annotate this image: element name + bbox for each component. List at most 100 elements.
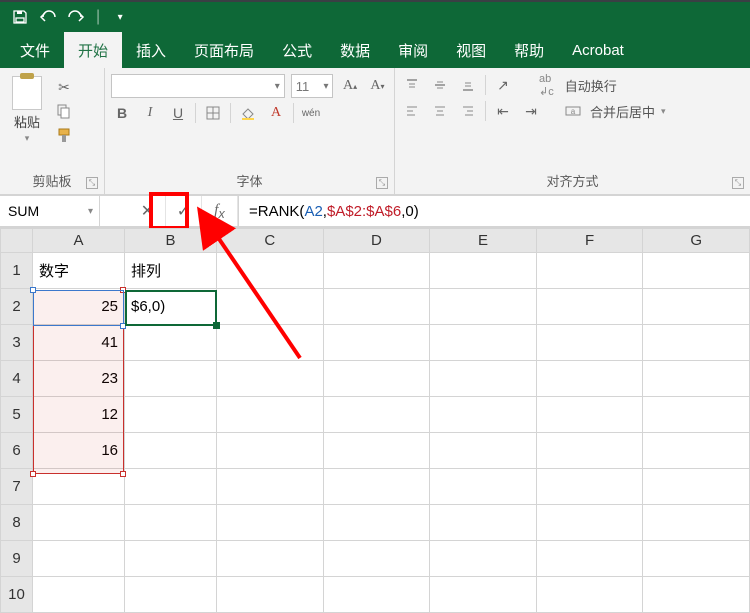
underline-button[interactable]: U [167,102,189,124]
align-left-icon[interactable] [401,100,423,122]
cell[interactable] [33,577,125,613]
cell[interactable] [217,361,324,397]
cell[interactable] [323,433,430,469]
cell[interactable] [643,253,750,289]
dialog-launcher-icon[interactable]: ⤡ [732,177,744,189]
copy-icon[interactable] [54,102,74,120]
cancel-button[interactable]: ✕ [130,196,166,226]
col-header-D[interactable]: D [323,229,430,253]
cell[interactable] [125,433,217,469]
row-header[interactable]: 3 [1,325,33,361]
cell[interactable] [217,253,324,289]
save-icon[interactable] [8,5,32,29]
align-right-icon[interactable] [457,100,479,122]
formula-input[interactable]: =RANK(A2,$A$2:$A$6,0) [239,196,750,226]
cell[interactable] [323,289,430,325]
cell[interactable] [430,361,537,397]
tab-help[interactable]: 帮助 [500,32,558,68]
merge-center-icon[interactable]: a [562,100,584,122]
phonetic-button[interactable]: wén [300,102,322,124]
orientation-icon[interactable]: ↗ [492,74,514,96]
cell[interactable] [33,541,125,577]
font-color-button[interactable]: A [265,102,287,124]
decrease-font-icon[interactable]: A▾ [367,75,388,97]
cell[interactable] [430,325,537,361]
spreadsheet-grid[interactable]: A B C D E F G 1数字排列225$6,0)3414235126167… [0,228,750,613]
cell[interactable] [536,577,643,613]
cell[interactable] [643,397,750,433]
cell[interactable] [643,289,750,325]
row-header[interactable]: 10 [1,577,33,613]
cell[interactable] [430,469,537,505]
align-middle-icon[interactable] [429,74,451,96]
cell[interactable] [323,361,430,397]
cell[interactable] [217,397,324,433]
tab-view[interactable]: 视图 [442,32,500,68]
cell[interactable] [536,253,643,289]
cell[interactable] [536,433,643,469]
cell[interactable] [430,577,537,613]
col-header-G[interactable]: G [643,229,750,253]
cell[interactable]: 12 [33,397,125,433]
font-size-combo[interactable]: 11▾ [291,74,334,98]
fill-handle[interactable] [213,322,220,329]
cell[interactable] [217,541,324,577]
cell[interactable]: 数字 [33,253,125,289]
cell[interactable] [217,469,324,505]
cell[interactable] [323,469,430,505]
cell[interactable] [217,433,324,469]
cell[interactable] [125,397,217,433]
cell[interactable] [323,325,430,361]
cell[interactable] [217,577,324,613]
cell[interactable]: 16 [33,433,125,469]
tab-review[interactable]: 审阅 [384,32,442,68]
cell[interactable] [323,253,430,289]
enter-button[interactable]: ✓ [166,196,202,226]
align-bottom-icon[interactable] [457,74,479,96]
cell[interactable] [536,397,643,433]
align-top-icon[interactable] [401,74,423,96]
row-header[interactable]: 5 [1,397,33,433]
cell[interactable] [217,325,324,361]
col-header-F[interactable]: F [536,229,643,253]
cell[interactable] [643,541,750,577]
row-header[interactable]: 2 [1,289,33,325]
col-header-E[interactable]: E [430,229,537,253]
font-name-combo[interactable]: ▾ [111,74,285,98]
italic-button[interactable]: I [139,102,161,124]
insert-function-button[interactable]: fx [202,196,238,226]
align-center-icon[interactable] [429,100,451,122]
cell[interactable] [33,505,125,541]
wrap-text-icon[interactable]: ab↲c [534,74,559,96]
row-header[interactable]: 1 [1,253,33,289]
dialog-launcher-icon[interactable]: ⤡ [376,177,388,189]
name-box[interactable]: SUM▾ [0,196,100,226]
redo-icon[interactable] [64,5,88,29]
cell[interactable]: 排列 [125,253,217,289]
cell[interactable] [125,325,217,361]
cell[interactable] [430,541,537,577]
cell[interactable]: 41 [33,325,125,361]
cell[interactable] [430,505,537,541]
decrease-indent-icon[interactable]: ⇤ [492,100,514,122]
row-header[interactable]: 4 [1,361,33,397]
cell[interactable] [536,289,643,325]
tab-home[interactable]: 开始 [64,32,122,68]
row-header[interactable]: 6 [1,433,33,469]
cell[interactable] [643,469,750,505]
cut-icon[interactable]: ✂ [54,78,74,96]
cell[interactable]: 25 [33,289,125,325]
tab-insert[interactable]: 插入 [122,32,180,68]
col-header-A[interactable]: A [33,229,125,253]
cell[interactable] [430,433,537,469]
cell[interactable] [536,469,643,505]
qat-customize-icon[interactable]: ▾ [108,5,132,29]
select-all-corner[interactable] [1,229,33,253]
row-header[interactable]: 7 [1,469,33,505]
cell[interactable] [643,577,750,613]
cell[interactable] [643,325,750,361]
tab-data[interactable]: 数据 [326,32,384,68]
cell[interactable] [536,325,643,361]
cell[interactable] [536,541,643,577]
cell[interactable] [643,433,750,469]
